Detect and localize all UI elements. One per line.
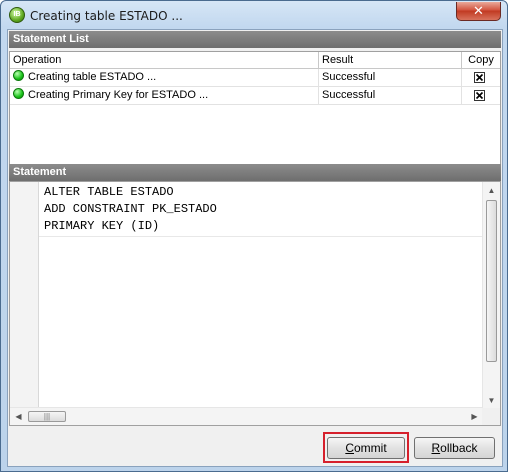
window-title: Creating table ESTADO ... xyxy=(30,9,183,23)
rollback-label-rest: ollback xyxy=(440,441,478,455)
arrow-left-icon[interactable]: ◀ xyxy=(11,409,26,424)
dialog-window: IB Creating table ESTADO ... ✕ Statement… xyxy=(0,0,508,472)
column-copy[interactable]: Copy xyxy=(462,52,500,68)
operation-cell: Creating table ESTADO ... xyxy=(10,69,319,86)
result-cell: Successful xyxy=(319,69,462,86)
checkbox-checked-icon[interactable] xyxy=(474,72,485,83)
commit-label-rest: ommit xyxy=(354,441,387,455)
title-bar[interactable]: IB Creating table ESTADO ... ✕ xyxy=(1,1,507,29)
table-row[interactable]: Creating table ESTADO ... Successful xyxy=(10,69,500,87)
green-dot-icon xyxy=(13,88,24,99)
dialog-client: Statement List Operation Result Copy Cre… xyxy=(7,29,503,467)
operation-text: Creating Primary Key for ESTADO ... xyxy=(28,89,209,101)
statement-list-header: Statement List xyxy=(9,31,501,48)
close-button[interactable]: ✕ xyxy=(456,2,501,21)
statement-header: Statement xyxy=(9,164,501,181)
app-icon: IB xyxy=(9,7,25,23)
rollback-mnemonic: R xyxy=(431,441,441,455)
vertical-scrollbar[interactable]: ▲ ▼ xyxy=(482,182,500,409)
table-row[interactable]: Creating Primary Key for ESTADO ... Succ… xyxy=(10,87,500,105)
column-operation[interactable]: Operation xyxy=(10,52,319,68)
arrow-down-icon[interactable]: ▼ xyxy=(484,393,499,408)
operation-cell: Creating Primary Key for ESTADO ... xyxy=(10,87,319,104)
sql-line: ALTER TABLE ESTADO xyxy=(44,185,174,199)
sql-code[interactable]: ALTER TABLE ESTADO ADD CONSTRAINT PK_ESTA… xyxy=(44,184,217,235)
line-separator xyxy=(39,236,482,237)
copy-cell xyxy=(462,87,500,104)
column-result[interactable]: Result xyxy=(319,52,462,68)
green-dot-icon xyxy=(13,70,24,81)
operation-text: Creating table ESTADO ... xyxy=(28,71,157,83)
vertical-scroll-thumb[interactable] xyxy=(486,200,497,362)
commit-button[interactable]: Commit xyxy=(327,437,405,459)
scroll-corner xyxy=(482,408,500,425)
sql-line: ADD CONSTRAINT PK_ESTADO xyxy=(44,202,217,216)
statement-editor[interactable]: ALTER TABLE ESTADO ADD CONSTRAINT PK_ESTA… xyxy=(9,181,501,426)
commit-mnemonic: C xyxy=(345,441,354,455)
copy-cell xyxy=(462,69,500,86)
checkbox-checked-icon[interactable] xyxy=(474,90,485,101)
arrow-up-icon[interactable]: ▲ xyxy=(484,183,499,198)
table-header: Operation Result Copy xyxy=(10,52,500,69)
arrow-right-icon[interactable]: ▶ xyxy=(467,409,482,424)
horizontal-scroll-thumb[interactable]: ||| xyxy=(28,411,66,422)
horizontal-scrollbar[interactable]: ◀ ||| ▶ xyxy=(10,407,483,425)
rollback-button[interactable]: Rollback xyxy=(414,437,495,459)
result-cell: Successful xyxy=(319,87,462,104)
editor-gutter xyxy=(10,182,39,409)
sql-line: PRIMARY KEY (ID) xyxy=(44,219,160,233)
